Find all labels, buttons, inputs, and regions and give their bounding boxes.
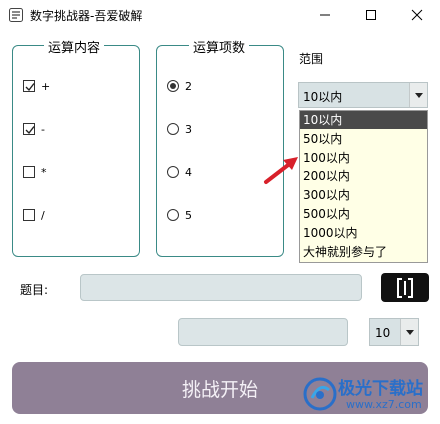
start-challenge-label: 挑战开始 bbox=[181, 378, 258, 401]
range-label: 范围 bbox=[299, 52, 324, 66]
app-icon bbox=[9, 8, 23, 22]
dropdown-arrow-icon[interactable] bbox=[400, 319, 418, 345]
operand-count-group-title: 运算项数 bbox=[189, 37, 250, 56]
operand-radio-2[interactable]: 2 bbox=[167, 78, 192, 94]
operand-radio-3[interactable]: 3 bbox=[167, 121, 192, 137]
checkbox-checked-icon[interactable] bbox=[23, 80, 35, 92]
checkbox-unchecked-icon[interactable] bbox=[23, 209, 35, 221]
close-icon bbox=[411, 9, 423, 21]
range-option[interactable]: 50以内 bbox=[300, 130, 427, 148]
watermark-text: 极光下载站 bbox=[338, 379, 423, 399]
operand-label: 4 bbox=[185, 165, 192, 179]
radio-unselected-icon[interactable] bbox=[167, 209, 179, 221]
count-selected-value: 10 bbox=[375, 326, 391, 340]
watermark: 极光下载站 www.xz7.com bbox=[300, 372, 440, 424]
radio-unselected-icon[interactable] bbox=[167, 123, 179, 135]
watermark-url: www.xz7.com bbox=[346, 398, 422, 411]
operation-label: + bbox=[41, 79, 51, 93]
operation-checkbox-multiply[interactable]: * bbox=[23, 164, 47, 180]
operation-checkbox-minus[interactable]: - bbox=[23, 121, 45, 137]
question-label: 题目: bbox=[20, 283, 49, 297]
radio-unselected-icon[interactable] bbox=[167, 166, 179, 178]
operations-group-title: 运算内容 bbox=[44, 37, 105, 56]
operand-label: 5 bbox=[185, 208, 192, 222]
range-option[interactable]: 10以内 bbox=[300, 111, 427, 129]
window-title: 数字挑战器-吾爱破解 bbox=[30, 9, 143, 23]
range-dropdown-list: 10以内 50以内 100以内 200以内 300以内 500以内 1000以内… bbox=[299, 110, 428, 263]
red-arrow-icon bbox=[264, 157, 298, 184]
operand-radio-5[interactable]: 5 bbox=[167, 207, 192, 223]
maximize-button[interactable] bbox=[348, 0, 394, 30]
operand-radio-4[interactable]: 4 bbox=[167, 164, 192, 180]
range-option[interactable]: 1000以内 bbox=[300, 224, 427, 242]
operation-label: / bbox=[41, 208, 45, 222]
answer-input[interactable] bbox=[178, 318, 348, 346]
checkbox-checked-icon[interactable] bbox=[23, 123, 35, 135]
toggle-button[interactable] bbox=[381, 273, 429, 302]
watermark-logo-icon bbox=[303, 377, 337, 411]
range-option[interactable]: 200以内 bbox=[300, 167, 427, 185]
bracket-toggle-icon bbox=[397, 277, 413, 298]
operand-label: 2 bbox=[185, 79, 192, 93]
operations-group: 运算内容 + - * / bbox=[12, 37, 140, 257]
checkbox-unchecked-icon[interactable] bbox=[23, 166, 35, 178]
minimize-icon bbox=[320, 14, 330, 16]
range-selected-value: 10以内 bbox=[303, 90, 343, 104]
title-bar: 数字挑战器-吾爱破解 bbox=[0, 0, 440, 30]
operand-label: 3 bbox=[185, 122, 192, 136]
radio-selected-icon[interactable] bbox=[167, 80, 179, 92]
dropdown-arrow-icon[interactable] bbox=[409, 83, 427, 107]
minimize-button[interactable] bbox=[302, 0, 348, 30]
range-option[interactable]: 500以内 bbox=[300, 205, 427, 223]
operation-checkbox-divide[interactable]: / bbox=[23, 207, 45, 223]
range-option[interactable]: 100以内 bbox=[300, 149, 427, 167]
operation-checkbox-plus[interactable]: + bbox=[23, 78, 50, 94]
range-select[interactable]: 10以内 bbox=[298, 82, 428, 108]
operation-label: - bbox=[41, 122, 45, 136]
operation-label: * bbox=[41, 165, 47, 179]
close-button[interactable] bbox=[394, 0, 440, 30]
maximize-icon bbox=[366, 10, 376, 20]
range-option[interactable]: 300以内 bbox=[300, 186, 427, 204]
question-display-field bbox=[80, 274, 362, 301]
range-option[interactable]: 大神就别参与了 bbox=[300, 243, 427, 261]
question-count-select[interactable]: 10 bbox=[369, 318, 419, 346]
